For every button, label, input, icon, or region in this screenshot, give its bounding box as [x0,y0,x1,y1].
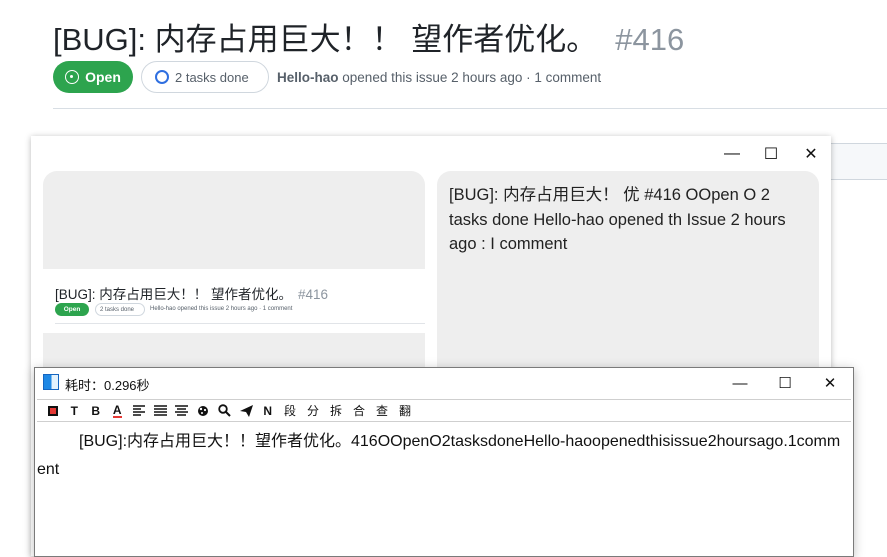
ocr-preview-card: [BUG]: 内存占用巨大！ 优 #416 OOpen O 2 tasks do… [437,171,819,371]
thumbnail-tasks-pill: 2 tasks done [95,303,145,316]
lookup-button[interactable]: 查 [371,401,394,421]
search-icon[interactable] [214,401,236,421]
issue-number: #416 [615,22,685,57]
issue-state-label: Open [85,69,121,85]
thumbnail-divider [55,323,425,324]
translate-button[interactable]: 翻 [394,401,417,421]
merge-button[interactable]: 合 [348,401,371,421]
app-icon [43,374,59,390]
issue-state-badge: Open [53,61,133,93]
ocr-preview-text: [BUG]: 内存占用巨大！ 优 #416 OOpen O 2 tasks do… [449,186,786,253]
issue-title-text: [BUG]: 内存占用巨大！！ 望作者优化。 [53,22,598,57]
paint-icon[interactable] [193,401,215,421]
tasks-progress-pill[interactable]: 2 tasks done [141,61,269,93]
ocr-result-text[interactable]: [BUG]:内存占用巨大！！望作者优化。416OOpenO2tasksdoneH… [37,428,847,484]
font-color-button[interactable]: A [107,401,129,421]
ocr-maximize-button[interactable]: ☐ [770,373,800,393]
font-color-icon: A [112,402,122,418]
issue-author-link[interactable]: Hello-hao [277,70,339,85]
text-tool-button[interactable]: T [64,401,86,421]
thumbnail-number: #416 [298,287,329,302]
background-panel-edge [830,143,887,180]
issue-opened-icon [65,70,80,84]
issue-title: [BUG]: 内存占用巨大！！ 望作者优化。 #416 [53,14,684,59]
ocr-result-window: 耗时：0.296秒 — ☐ ✕ T B A N 段 分 拆 合 查 翻 [BUG… [34,367,854,557]
align-left-icon[interactable] [128,401,150,421]
screenshot-thumbnail: [BUG]: 内存占用巨大！！ 望作者优化。 #416 Open 2 tasks … [43,273,425,329]
send-icon[interactable] [236,401,258,421]
break-button[interactable]: 拆 [325,401,348,421]
issue-meta: Hello-hao opened this issue 2 hours ago … [277,70,601,85]
ocr-close-button[interactable]: ✕ [815,373,845,393]
tasks-label: 2 tasks done [175,69,249,85]
n-button[interactable]: N [257,401,279,421]
align-justify-icon[interactable] [150,401,172,421]
ocr-toolbar: T B A N 段 分 拆 合 查 翻 [37,399,851,422]
thumbnail-title: [BUG]: 内存占用巨大！！ 望作者优化。 #416 [55,283,328,303]
bold-button[interactable]: B [85,401,107,421]
ocr-minimize-button[interactable]: — [725,373,755,393]
paragraph-button[interactable]: 段 [279,401,302,421]
ocr-titlebar: 耗时：0.296秒 — ☐ ✕ [35,368,853,398]
close-button[interactable]: ✕ [796,144,826,164]
issue-meta-text: opened this issue 2 hours ago · 1 commen… [342,70,602,85]
source-image-card [43,171,425,269]
stop-icon[interactable] [42,401,64,421]
thumbnail-meta: Hello-hao opened this issue 2 hours ago … [150,306,293,312]
ocr-window-title: 耗时：0.296秒 [65,378,150,393]
thumbnail-state-badge: Open [55,303,89,316]
align-center-icon[interactable] [171,401,193,421]
minimize-button[interactable]: — [717,144,747,164]
maximize-button[interactable]: ☐ [756,144,786,164]
task-progress-icon [155,70,169,84]
header-divider [53,108,887,109]
split-button[interactable]: 分 [302,401,325,421]
thumbnail-title-text: [BUG]: 内存占用巨大！！ 望作者优化。 [55,287,293,302]
